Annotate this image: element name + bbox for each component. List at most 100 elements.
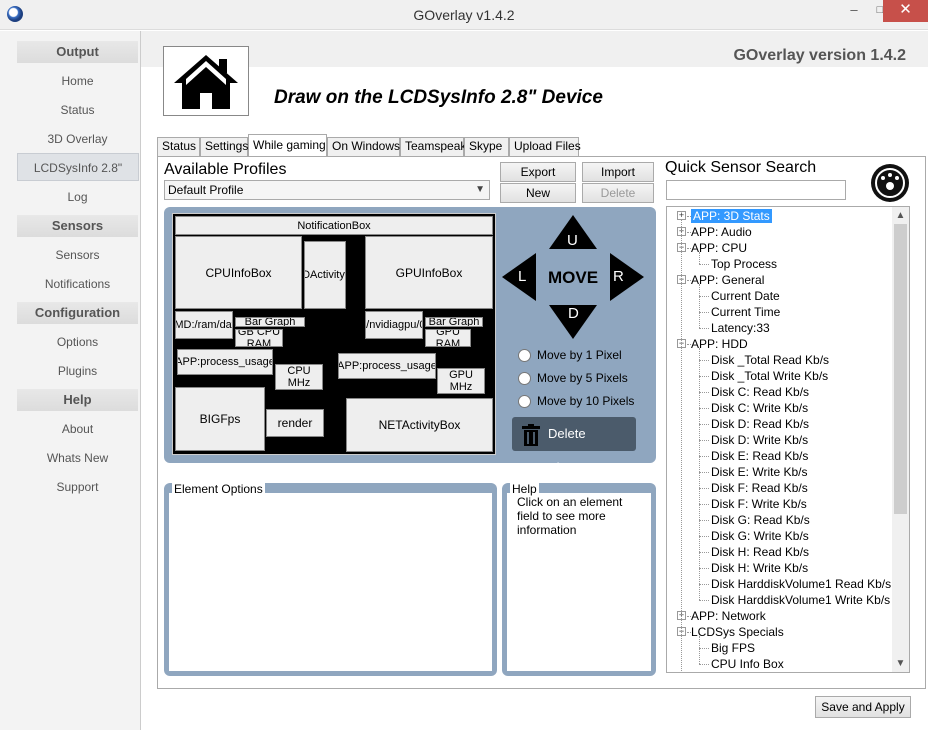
tree-item[interactable]: Disk HarddiskVolume1 Read Kb/s: [711, 576, 891, 592]
canvas-element-gb-cpu-ram[interactable]: GB CPU RAM: [235, 329, 283, 347]
move-10px-radio[interactable]: Move by 10 Pixels: [518, 394, 634, 409]
tree-item[interactable]: Current Date: [711, 288, 780, 304]
tree-category[interactable]: APP: Network: [691, 608, 766, 624]
sidebar-item-status[interactable]: Status: [17, 96, 138, 124]
tree-item[interactable]: Disk HarddiskVolume1 Write Kb/s: [711, 592, 890, 608]
tree-label: Disk _Total Write Kb/s: [711, 369, 829, 383]
tree-item[interactable]: Disk D: Write Kb/s: [711, 432, 808, 448]
move-5px-radio[interactable]: Move by 5 Pixels: [518, 371, 628, 386]
tree-item[interactable]: Disk G: Read Kb/s: [711, 512, 810, 528]
sidebar-item-lcdsysinfo[interactable]: LCDSysInfo 2.8": [17, 153, 139, 181]
save-and-apply-button[interactable]: Save and Apply: [815, 696, 911, 718]
tree-connector: [699, 424, 709, 425]
quick-sensor-search-input[interactable]: [666, 180, 846, 200]
tree-label: Disk HarddiskVolume1 Read Kb/s: [711, 577, 892, 591]
tree-connector: [687, 280, 691, 281]
scroll-up-icon[interactable]: ▲: [892, 207, 909, 224]
header-banner: GOverlay version 1.4.2: [141, 31, 928, 67]
sidebar-item-log[interactable]: Log: [17, 183, 138, 211]
tree-connector: [699, 552, 709, 553]
tree-category[interactable]: APP: Audio: [691, 224, 752, 240]
tree-connector: [687, 632, 691, 633]
tree-item[interactable]: Disk G: Write Kb/s: [711, 528, 809, 544]
canvas-element-app-process-1[interactable]: APP:process_usage: [177, 349, 273, 375]
sidebar: Output Home Status 3D Overlay LCDSysInfo…: [0, 31, 141, 730]
canvas-element-bar-graph-2[interactable]: Bar Graph: [425, 317, 483, 327]
minimize-button[interactable]: –: [840, 0, 868, 22]
tab-skype[interactable]: Skype: [464, 137, 509, 156]
canvas-element-hddactivitybox[interactable]: HDDActivityBox: [304, 241, 346, 309]
sidebar-item-options[interactable]: Options: [17, 328, 138, 356]
new-button[interactable]: New: [500, 183, 576, 203]
canvas-element-notificationbox[interactable]: NotificationBox: [175, 216, 493, 235]
tab-teamspeak[interactable]: Teamspeak: [400, 137, 466, 156]
sidebar-item-home[interactable]: Home: [17, 67, 138, 95]
tab-upload-files[interactable]: Upload Files: [509, 137, 581, 156]
tree-item[interactable]: CPU Info Box: [711, 656, 784, 672]
canvas-element-cpu-mhz[interactable]: CPU MHz: [275, 364, 323, 390]
radio-circle: [518, 395, 531, 409]
profile-select[interactable]: Default Profile ▼: [164, 180, 490, 200]
canvas-element-cpuinfobox[interactable]: CPUInfoBox: [175, 236, 302, 309]
tree-scrollbar[interactable]: ▲ ▼: [892, 207, 909, 672]
tree-item[interactable]: Current Time: [711, 304, 780, 320]
tree-item[interactable]: Disk C: Read Kb/s: [711, 384, 809, 400]
import-button[interactable]: Import: [582, 162, 654, 182]
canvas-element-bigfps[interactable]: BIGFps: [175, 387, 265, 451]
sidebar-item-notifications[interactable]: Notifications: [17, 270, 138, 298]
tree-label: Disk _Total Read Kb/s: [711, 353, 830, 367]
lcd-canvas[interactable]: NotificationBox CPUInfoBox HDDActivityBo…: [172, 213, 496, 455]
sidebar-item-about[interactable]: About: [17, 415, 138, 443]
tree-category[interactable]: APP: General: [691, 272, 764, 288]
delete-element-button[interactable]: Delete Element: [512, 417, 636, 475]
tree-item[interactable]: Disk D: Read Kb/s: [711, 416, 809, 432]
tree-category[interactable]: APP: 3D Stats: [691, 208, 772, 224]
window-title: GOverlay v1.4.2: [413, 7, 515, 23]
canvas-element-ohmd-gpu[interactable]: OHMD:/nvidiagpu/0/load/2: [365, 311, 423, 339]
delete-profile-button[interactable]: Delete: [582, 183, 654, 203]
tree-item[interactable]: Disk F: Write Kb/s: [711, 496, 807, 512]
sidebar-item-3d-overlay[interactable]: 3D Overlay: [17, 125, 138, 153]
close-button[interactable]: ✕: [883, 0, 928, 22]
tree-label: Current Time: [711, 305, 781, 319]
tree-item[interactable]: Top Process: [711, 256, 777, 272]
tree-item[interactable]: Disk H: Read Kb/s: [711, 544, 809, 560]
canvas-element-render[interactable]: render: [266, 409, 324, 437]
tab-while-gaming[interactable]: While gaming: [248, 134, 327, 157]
sensor-tree[interactable]: ▲ ▼ APP: 3D Stats + APP: Audio + APP: CPU − To…: [666, 206, 910, 673]
tab-on-windows[interactable]: On Windows: [327, 137, 400, 156]
radio-circle: [518, 349, 531, 363]
tree-item[interactable]: Disk E: Write Kb/s: [711, 464, 807, 480]
canvas-element-ohmd-ram[interactable]: OHMD:/ram/data/0: [175, 311, 233, 339]
canvas-element-app-process-2[interactable]: APP:process_usage: [338, 353, 436, 379]
canvas-element-netactivitybox[interactable]: NETActivityBox: [346, 398, 493, 452]
tree-connector: [699, 488, 709, 489]
tree-item[interactable]: Big FPS: [711, 640, 755, 656]
tree-label: CPU Info Box: [711, 657, 784, 671]
canvas-element-gpu-mhz[interactable]: GPU MHz: [437, 368, 485, 394]
tab-status[interactable]: Status: [157, 137, 200, 156]
sidebar-item-sensors[interactable]: Sensors: [17, 241, 138, 269]
scroll-down-icon[interactable]: ▼: [892, 655, 909, 672]
scroll-thumb[interactable]: [894, 224, 907, 514]
tree-item[interactable]: Disk F: Read Kb/s: [711, 480, 808, 496]
tree-item[interactable]: Disk E: Read Kb/s: [711, 448, 808, 464]
canvas-element-gpuinfobox[interactable]: GPUInfoBox: [365, 236, 493, 309]
canvas-element-gpu-ram[interactable]: GPU RAM: [425, 329, 471, 347]
export-button[interactable]: Export: [500, 162, 576, 182]
tree-item[interactable]: Disk _Total Write Kb/s: [711, 368, 828, 384]
tree-label: Disk H: Write Kb/s: [711, 561, 809, 575]
tree-connector: [699, 664, 709, 665]
tree-item[interactable]: Disk H: Write Kb/s: [711, 560, 808, 576]
tree-category[interactable]: LCDSys Specials: [691, 624, 784, 640]
move-1px-radio[interactable]: Move by 1 Pixel: [518, 348, 622, 363]
sidebar-item-plugins[interactable]: Plugins: [17, 357, 138, 385]
tree-item[interactable]: Disk C: Write Kb/s: [711, 400, 808, 416]
sidebar-item-whats-new[interactable]: Whats New: [17, 444, 138, 472]
tree-item[interactable]: Latency:33: [711, 320, 770, 336]
sidebar-item-support[interactable]: Support: [17, 473, 138, 501]
canvas-element-bar-graph-1[interactable]: Bar Graph: [235, 317, 305, 327]
tab-settings[interactable]: Settings: [200, 137, 248, 156]
help-group: Help Click on an element field to see mo…: [502, 482, 656, 676]
tree-item[interactable]: Disk _Total Read Kb/s: [711, 352, 829, 368]
